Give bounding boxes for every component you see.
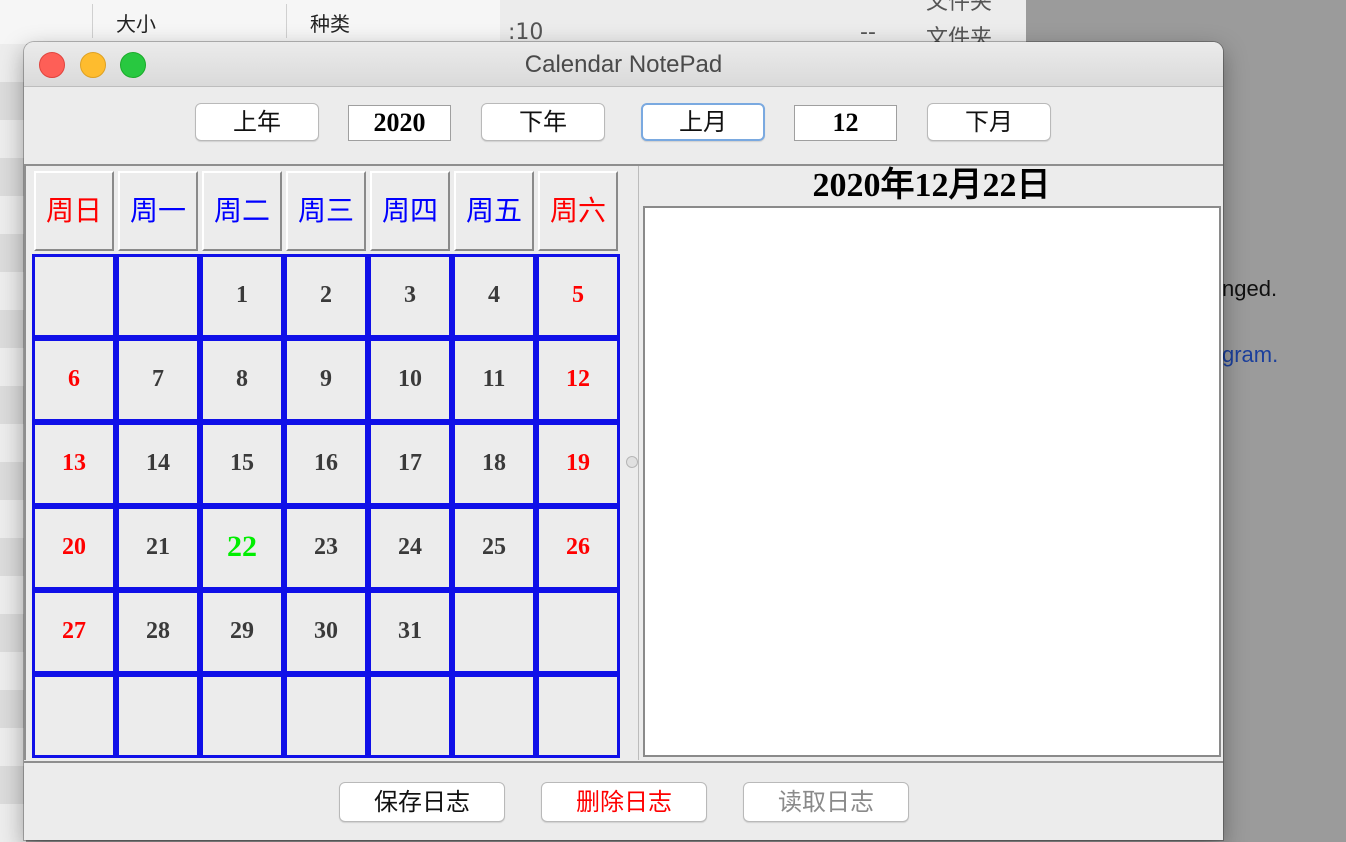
- day-cell[interactable]: 4: [452, 254, 536, 338]
- empty-day-cell[interactable]: [536, 590, 620, 674]
- divider-handle-icon[interactable]: [626, 456, 638, 468]
- day-cell[interactable]: 16: [284, 422, 368, 506]
- empty-day-cell[interactable]: [116, 254, 200, 338]
- next-month-button[interactable]: 下月: [927, 103, 1051, 141]
- weekday-header: 周二: [202, 171, 282, 251]
- calendar-notepad-window: Calendar NotePad 上年 2020 下年 上月 12 下月 周日周…: [24, 42, 1223, 840]
- day-cell[interactable]: 7: [116, 338, 200, 422]
- weekday-header: 周五: [454, 171, 534, 251]
- day-cell[interactable]: 15: [200, 422, 284, 506]
- finder-row-stripes: [0, 44, 26, 842]
- action-bar: 保存日志 删除日志 读取日志: [24, 761, 1223, 840]
- delete-log-button[interactable]: 删除日志: [541, 782, 707, 822]
- window-title: Calendar NotePad: [524, 51, 723, 78]
- day-cell[interactable]: 2: [284, 254, 368, 338]
- day-cell[interactable]: 5: [536, 254, 620, 338]
- day-cell[interactable]: 6: [32, 338, 116, 422]
- weekday-header: 周三: [286, 171, 366, 251]
- date-navigation-bar: 上年 2020 下年 上月 12 下月: [24, 87, 1223, 166]
- empty-day-cell[interactable]: [452, 674, 536, 758]
- empty-day-cell[interactable]: [452, 590, 536, 674]
- month-field[interactable]: 12: [794, 105, 897, 141]
- day-cell[interactable]: 17: [368, 422, 452, 506]
- day-cell[interactable]: 21: [116, 506, 200, 590]
- day-cell[interactable]: 19: [536, 422, 620, 506]
- calendar-panel: 周日 周一 周二 周三 周四 周五 周六 1 2 3 4 5 6 7 8 9 10 11 12 13 14 15 16 17 1…: [24, 166, 626, 760]
- day-cell[interactable]: 30: [284, 590, 368, 674]
- day-cell[interactable]: 27: [32, 590, 116, 674]
- doc-link-fragment[interactable]: gram.: [1222, 342, 1278, 368]
- row-kind-value-above: 文件夹: [926, 0, 993, 15]
- day-cell[interactable]: 29: [200, 590, 284, 674]
- empty-day-cell[interactable]: [32, 674, 116, 758]
- prev-month-button[interactable]: 上月: [641, 103, 765, 141]
- day-cell[interactable]: 26: [536, 506, 620, 590]
- day-cell[interactable]: 12: [536, 338, 620, 422]
- column-header-size[interactable]: 大小: [116, 8, 156, 37]
- day-cell[interactable]: 10: [368, 338, 452, 422]
- weekday-header: 周一: [118, 171, 198, 251]
- column-separator: [286, 4, 287, 38]
- weekday-header: 周六: [538, 171, 618, 251]
- background-window-list: :10 -- 文件夹 文件夹: [500, 0, 1026, 51]
- empty-day-cell[interactable]: [200, 674, 284, 758]
- notes-text-area[interactable]: [643, 206, 1221, 757]
- save-log-button[interactable]: 保存日志: [339, 782, 505, 822]
- weekday-header: 周日: [34, 171, 114, 251]
- day-cell[interactable]: 11: [452, 338, 536, 422]
- day-cell[interactable]: 13: [32, 422, 116, 506]
- read-log-button[interactable]: 读取日志: [743, 782, 909, 822]
- weekday-header: 周四: [370, 171, 450, 251]
- day-cell[interactable]: 25: [452, 506, 536, 590]
- day-cell[interactable]: 1: [200, 254, 284, 338]
- finder-column-header: 大小 种类: [0, 0, 510, 45]
- day-cell[interactable]: 28: [116, 590, 200, 674]
- next-year-button[interactable]: 下年: [481, 103, 605, 141]
- column-separator: [92, 4, 93, 38]
- day-cell[interactable]: 18: [452, 422, 536, 506]
- day-cell[interactable]: 14: [116, 422, 200, 506]
- notes-panel: 2020年12月22日: [638, 166, 1223, 760]
- day-cell[interactable]: 23: [284, 506, 368, 590]
- empty-day-cell[interactable]: [368, 674, 452, 758]
- column-header-kind[interactable]: 种类: [310, 8, 350, 37]
- doc-text-fragment: nged.: [1222, 276, 1278, 301]
- empty-day-cell[interactable]: [536, 674, 620, 758]
- year-field[interactable]: 2020: [348, 105, 451, 141]
- day-cell[interactable]: 22: [200, 506, 284, 590]
- day-cell[interactable]: 9: [284, 338, 368, 422]
- day-cell[interactable]: 8: [200, 338, 284, 422]
- day-cell[interactable]: 3: [368, 254, 452, 338]
- day-cell[interactable]: 20: [32, 506, 116, 590]
- empty-day-cell[interactable]: [116, 674, 200, 758]
- empty-day-cell[interactable]: [32, 254, 116, 338]
- day-cell[interactable]: 24: [368, 506, 452, 590]
- selected-date-title: 2020年12月22日: [812, 167, 1051, 204]
- split-pane-divider[interactable]: [625, 166, 639, 760]
- day-cell[interactable]: 31: [368, 590, 452, 674]
- empty-day-cell[interactable]: [284, 674, 368, 758]
- title-bar[interactable]: Calendar NotePad: [24, 42, 1223, 87]
- prev-year-button[interactable]: 上年: [195, 103, 319, 141]
